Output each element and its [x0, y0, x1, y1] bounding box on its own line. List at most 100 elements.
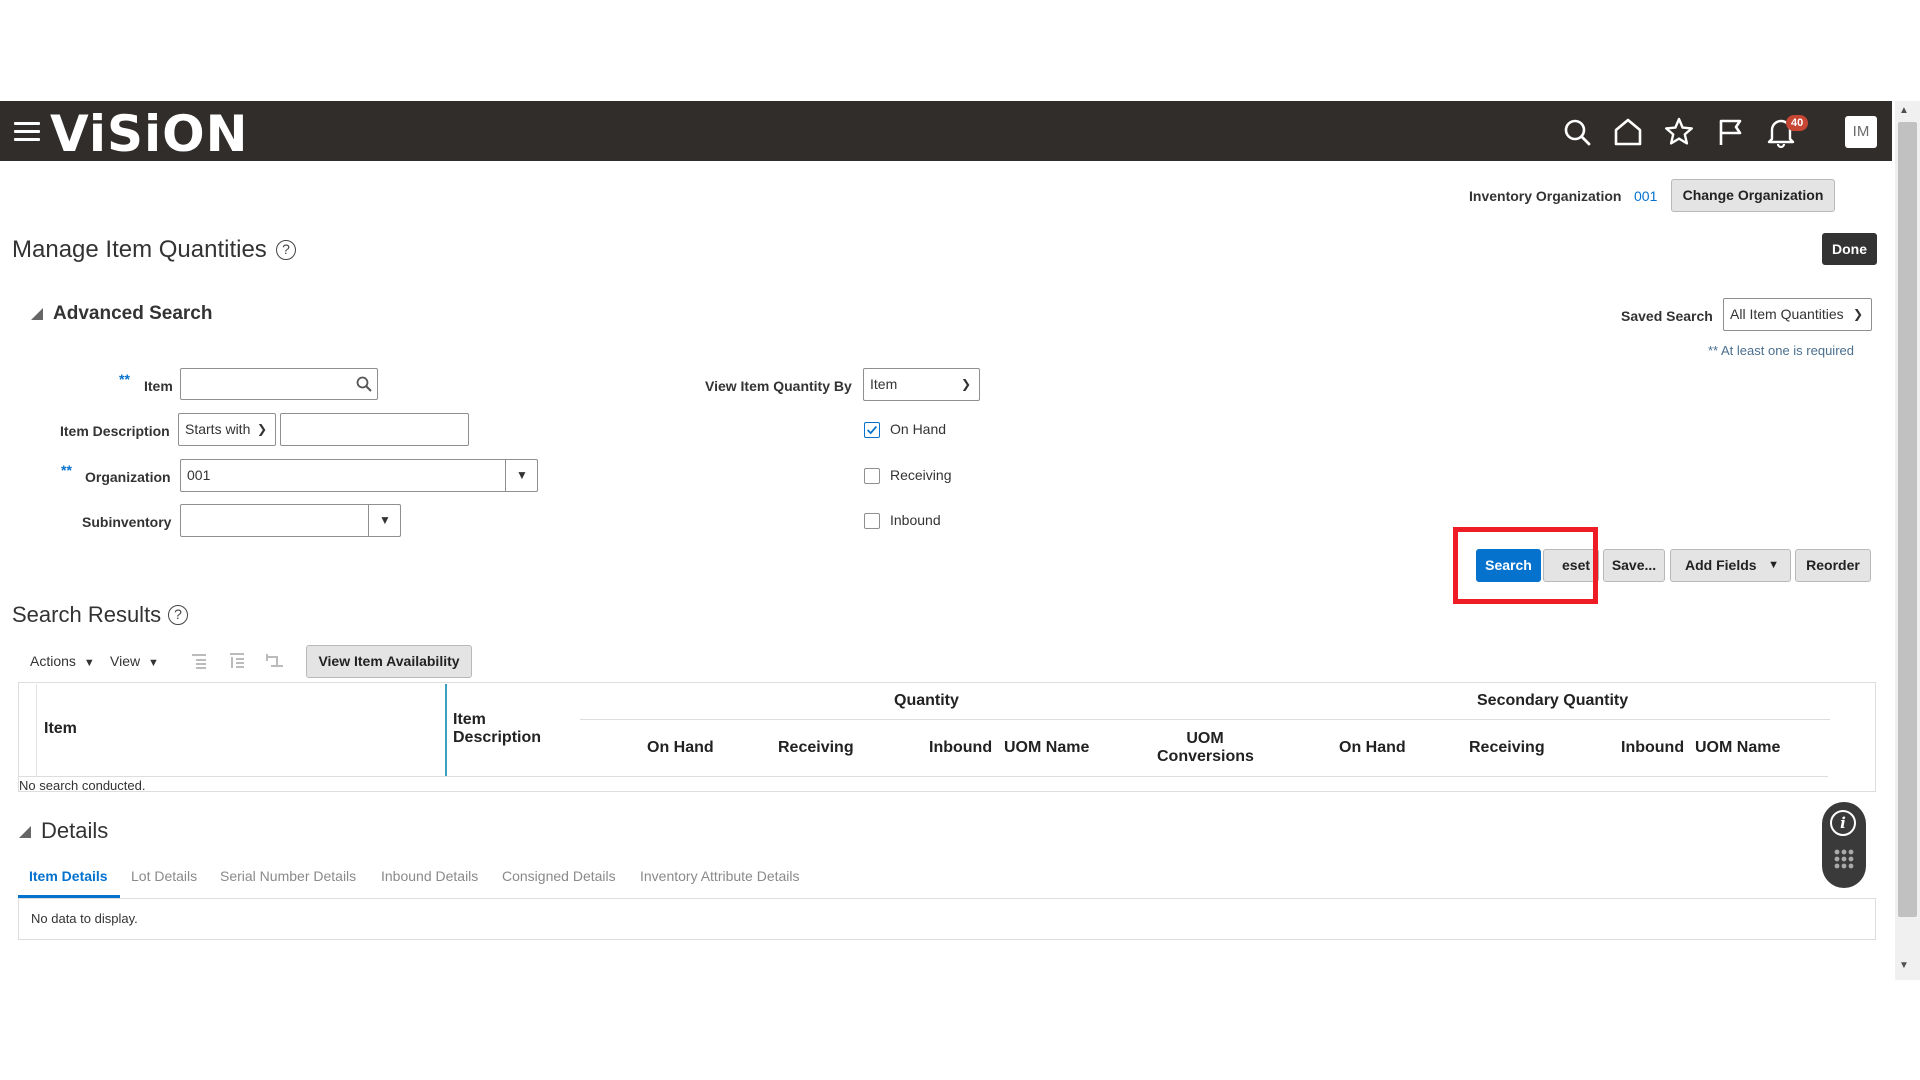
view-by-value: Item — [870, 376, 898, 392]
view-by-label: View Item Quantity By — [705, 378, 852, 394]
search-button[interactable]: Search — [1476, 549, 1541, 582]
dropdown-arrow-icon: ▼ — [1768, 559, 1779, 571]
saved-search-label: Saved Search — [1621, 308, 1713, 324]
inbound-label: Inbound — [890, 512, 941, 528]
tab-inventory-attribute-details[interactable]: Inventory Attribute Details — [640, 868, 800, 884]
global-header — [0, 101, 1892, 161]
header-bottom-divider — [18, 776, 1828, 777]
reorder-button[interactable]: Reorder — [1795, 549, 1871, 582]
column-header-uom-conversions-line2[interactable]: Conversions — [1157, 748, 1254, 766]
collapse-details-icon[interactable] — [19, 826, 31, 838]
column-divider — [36, 684, 37, 776]
no-search-message: No search conducted. — [19, 778, 146, 793]
dropdown-arrow-icon: ▼ — [83, 657, 95, 669]
chevron-down-icon: ❯ — [256, 422, 267, 436]
organization-value: 001 — [187, 467, 211, 483]
on-hand-checkbox[interactable] — [864, 422, 880, 438]
app-logo[interactable]: ViSiON — [50, 104, 248, 164]
column-header-uom-name[interactable]: UOM Name — [1004, 739, 1089, 757]
done-button[interactable]: Done — [1822, 233, 1877, 265]
item-description-operator-select[interactable]: Starts with ❯ — [178, 413, 276, 446]
tab-lot-details[interactable]: Lot Details — [131, 868, 197, 884]
item-input[interactable] — [180, 368, 378, 400]
menu-icon[interactable] — [14, 122, 40, 142]
subinventory-dropdown-icon[interactable]: ▼ — [368, 505, 401, 536]
scroll-down-arrow-icon[interactable]: ▼ — [1899, 960, 1909, 971]
actions-menu-label: Actions — [30, 653, 76, 669]
saved-search-select[interactable]: All Item Quantities ❯ — [1723, 298, 1872, 331]
wrap-icon[interactable] — [265, 652, 285, 670]
column-header-receiving[interactable]: Receiving — [778, 739, 854, 757]
user-avatar[interactable]: IM — [1845, 116, 1877, 148]
column-header-secondary-inbound[interactable]: Inbound — [1621, 739, 1684, 757]
flag-icon[interactable] — [1713, 115, 1747, 149]
details-title: Details — [41, 818, 109, 843]
column-header-secondary-receiving[interactable]: Receiving — [1469, 739, 1545, 757]
frozen-column-divider — [445, 684, 447, 776]
change-organization-button[interactable]: Change Organization — [1671, 179, 1835, 212]
header-group-divider — [580, 719, 1830, 720]
collapse-advanced-search-icon[interactable] — [31, 308, 43, 320]
organization-label: Organization — [85, 469, 171, 485]
column-header-item-description-line1[interactable]: Item — [453, 711, 486, 729]
inventory-organization-value[interactable]: 001 — [1634, 188, 1657, 204]
column-header-on-hand[interactable]: On Hand — [647, 739, 714, 757]
view-menu[interactable]: View ▼ — [110, 653, 159, 669]
chevron-down-icon: ❯ — [960, 377, 971, 391]
on-hand-label: On Hand — [890, 421, 947, 437]
scroll-up-arrow-icon[interactable]: ▲ — [1899, 105, 1909, 116]
dropdown-arrow-icon: ▼ — [147, 657, 159, 669]
search-results-title: Search Results — [12, 602, 162, 627]
column-header-secondary-on-hand[interactable]: On Hand — [1339, 739, 1406, 757]
save-search-button[interactable]: Save... — [1603, 549, 1665, 582]
receiving-checkbox[interactable] — [864, 468, 880, 484]
saved-search-value: All Item Quantities — [1730, 306, 1844, 322]
subinventory-label: Subinventory — [82, 514, 172, 530]
tab-serial-number-details[interactable]: Serial Number Details — [220, 868, 356, 884]
view-by-select[interactable]: Item ❯ — [863, 368, 980, 401]
column-header-item-description-line2[interactable]: Description — [453, 729, 541, 747]
home-icon[interactable] — [1611, 115, 1645, 149]
column-header-inbound[interactable]: Inbound — [929, 739, 992, 757]
column-header-secondary-uom-name[interactable]: UOM Name — [1695, 739, 1780, 757]
column-header-uom-conversions-line1[interactable]: UOM — [1157, 730, 1253, 748]
operator-value: Starts with — [185, 421, 251, 437]
view-menu-label: View — [110, 653, 141, 669]
tab-inbound-details[interactable]: Inbound Details — [381, 868, 478, 884]
receiving-label: Receiving — [890, 467, 952, 483]
column-group-secondary-quantity: Secondary Quantity — [1477, 692, 1629, 709]
page-title: Manage Item Quantities — [12, 236, 267, 263]
page-help-icon[interactable]: ? — [276, 240, 296, 260]
detach-table-icon[interactable] — [228, 652, 246, 670]
tab-consigned-details[interactable]: Consigned Details — [502, 868, 616, 884]
details-panel — [18, 898, 1876, 940]
tab-item-details[interactable]: Item Details — [29, 868, 108, 884]
actions-menu[interactable]: Actions ▼ — [30, 653, 95, 669]
organization-dropdown-icon[interactable]: ▼ — [505, 460, 538, 491]
search-icon[interactable] — [1560, 115, 1594, 149]
add-fields-button[interactable]: Add Fields ▼ — [1670, 549, 1791, 582]
freeze-columns-icon[interactable] — [190, 652, 208, 670]
inbound-checkbox[interactable] — [864, 513, 880, 529]
scrollbar-thumb[interactable] — [1898, 122, 1917, 917]
add-fields-label: Add Fields — [1685, 557, 1757, 573]
magnifier-icon[interactable] — [355, 375, 373, 393]
organization-combobox[interactable]: 001 — [180, 459, 538, 492]
required-marker: ** — [61, 462, 72, 478]
required-note: ** At least one is required — [1708, 343, 1854, 358]
no-data-message: No data to display. — [31, 911, 138, 926]
favorites-star-icon[interactable] — [1662, 115, 1696, 149]
item-description-input[interactable] — [280, 413, 469, 446]
view-item-availability-button[interactable]: View Item Availability — [306, 645, 472, 678]
inventory-organization-label: Inventory Organization — [1469, 188, 1622, 204]
required-marker: ** — [119, 371, 130, 387]
advanced-search-title: Advanced Search — [53, 303, 213, 324]
item-label: Item — [144, 378, 173, 394]
column-group-quantity: Quantity — [894, 692, 959, 709]
grid-dots-icon[interactable] — [1833, 848, 1855, 870]
column-header-item[interactable]: Item — [44, 720, 77, 738]
search-results-help-icon[interactable]: ? — [168, 605, 188, 625]
info-icon[interactable]: i — [1830, 810, 1856, 836]
item-description-label: Item Description — [60, 423, 170, 439]
chevron-down-icon: ❯ — [1852, 307, 1863, 321]
